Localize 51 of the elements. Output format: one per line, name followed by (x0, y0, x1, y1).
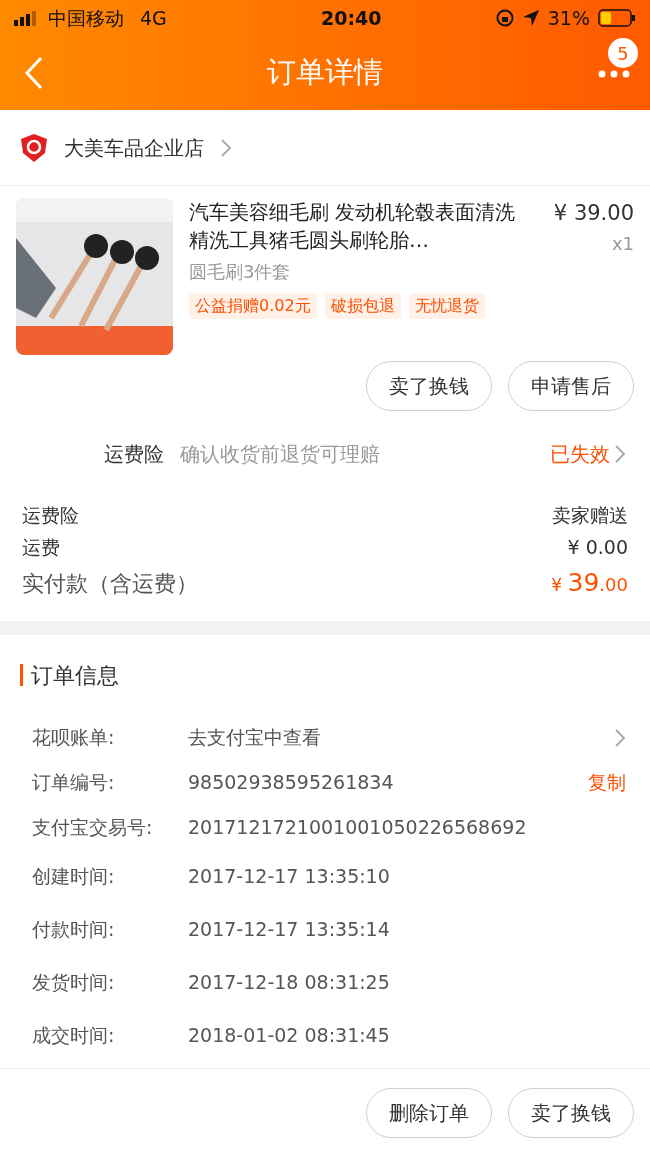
section-title: 订单信息 (31, 661, 119, 690)
network-type: 4G (140, 5, 167, 31)
product-price: ¥ 39.00 (553, 200, 634, 227)
info-link[interactable]: 去支付宝中查看 (188, 723, 614, 752)
chevron-right-icon[interactable] (614, 444, 626, 464)
action-button[interactable]: 卖了换钱 (508, 1087, 634, 1138)
more-icon[interactable] (598, 70, 630, 78)
service-tag: 公益捐赠0.02元 (189, 293, 317, 319)
action-button[interactable]: 卖了换钱 (366, 361, 492, 411)
insurance-label: 运费险 (104, 441, 164, 468)
product-variant: 圆毛刷3件套 (189, 260, 292, 284)
info-label: 成交时间: (32, 1023, 116, 1049)
info-value: 2017-12-17 13:35:10 (188, 864, 391, 890)
accent-bar (20, 664, 23, 686)
rotation-lock-icon (495, 9, 514, 27)
info-value: 2018-01-02 08:31:45 (188, 1023, 391, 1049)
shield-icon (20, 132, 48, 163)
total-label: 实付款（含运费） (22, 570, 198, 598)
battery-icon (598, 9, 636, 27)
info-label: 订单编号: (32, 770, 116, 796)
notification-badge: 5 (608, 38, 638, 68)
insurance-description: 确认收货前退货可理赔 (180, 441, 381, 468)
summary-value: 卖家赠送 (552, 503, 628, 528)
info-value: 98502938595261834 (188, 770, 395, 796)
chevron-right-icon[interactable] (220, 137, 232, 158)
info-value: 2017-12-17 13:35:14 (188, 917, 391, 943)
total-amount: ¥ 39.00 (551, 567, 628, 599)
chevron-right-icon[interactable] (614, 727, 626, 748)
summary-label: 运费险 (22, 503, 79, 528)
info-label: 支付宝交易号: (32, 815, 154, 841)
page-title: 订单详情 (267, 54, 383, 92)
info-label: 付款时间: (32, 917, 116, 943)
service-tag: 破损包退 (324, 293, 401, 319)
location-arrow-icon (521, 9, 540, 27)
action-button[interactable]: 申请售后 (508, 361, 634, 411)
info-value: 2017121721001001050226568692 (188, 815, 528, 841)
product-title[interactable]: 汽车美容细毛刷 发动机轮毂表面清洗精洗工具猪毛圆头刷轮胎… (189, 198, 519, 254)
summary-label: 运费 (22, 535, 60, 560)
info-label: 创建时间: (32, 864, 116, 890)
store-name[interactable]: 大美车品企业店 (64, 132, 204, 163)
clock: 20:40 (321, 5, 382, 31)
back-icon[interactable] (24, 56, 44, 90)
product-quantity: x1 (610, 231, 634, 256)
carrier-name: 中国移动 (48, 5, 124, 31)
info-label: 花呗账单: (32, 725, 116, 751)
battery-percent: 31% (547, 5, 590, 31)
service-tag: 无忧退货 (408, 293, 485, 319)
info-value: 2017-12-18 08:31:25 (188, 970, 391, 996)
action-button[interactable]: 删除订单 (366, 1087, 492, 1138)
summary-value: ¥ 0.00 (567, 535, 628, 560)
info-label: 发货时间: (32, 970, 116, 996)
